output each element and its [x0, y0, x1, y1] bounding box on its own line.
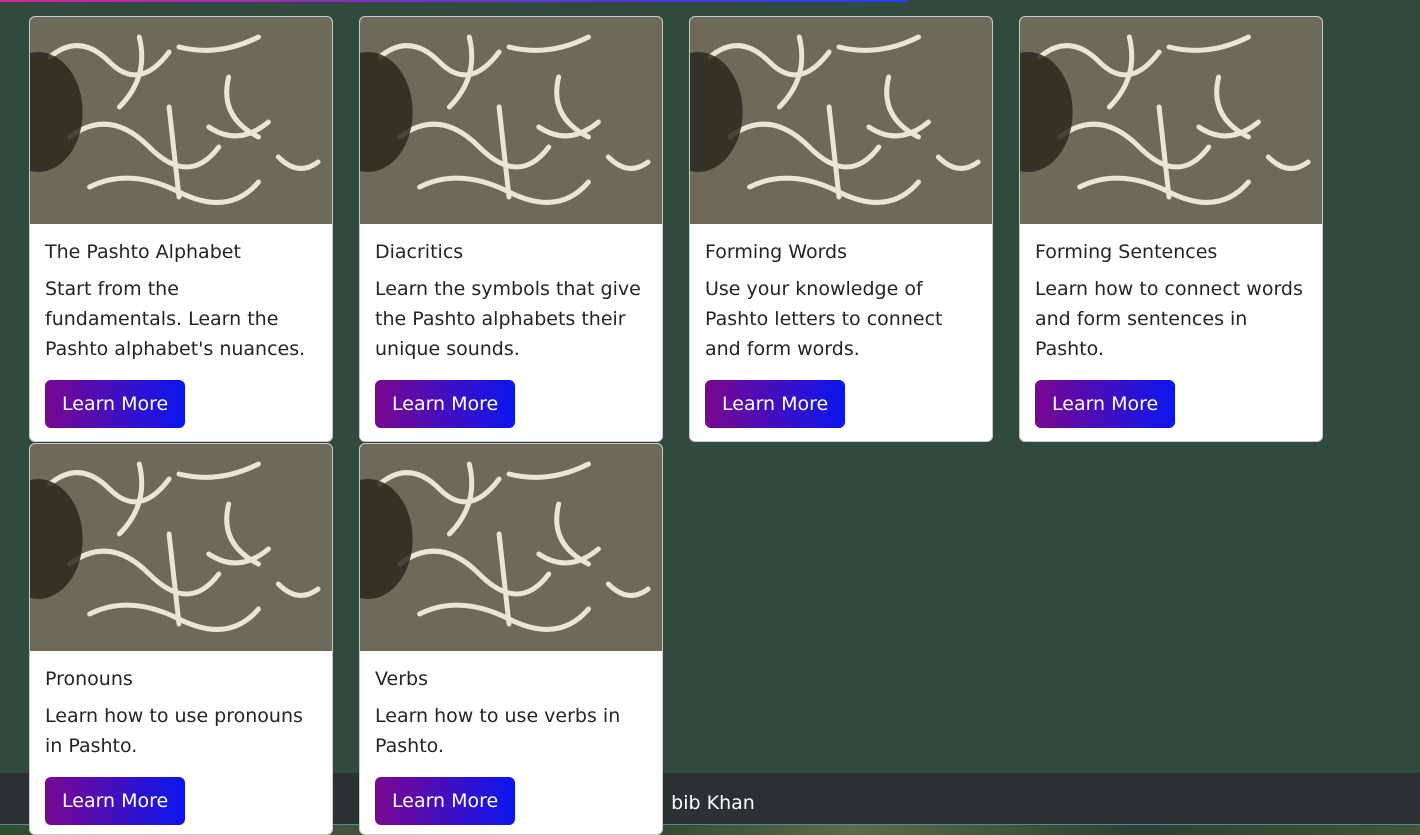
calligraphy-image — [360, 444, 662, 651]
calligraphy-image — [1020, 17, 1322, 224]
card-title: Forming Sentences — [1035, 241, 1218, 263]
lesson-card-pronouns: Pronouns Learn how to use pronouns in Pa… — [29, 443, 333, 835]
card-description: Start from the fundamentals. Learn the P… — [45, 278, 306, 360]
top-progress-bar — [0, 0, 907, 2]
learn-more-button[interactable]: Learn More — [45, 380, 186, 428]
card-title: Forming Words — [705, 241, 848, 263]
learn-more-button[interactable]: Learn More — [705, 380, 846, 428]
card-description: Learn how to use verbs in Pashto. — [375, 705, 621, 757]
learn-more-button[interactable]: Learn More — [375, 380, 516, 428]
calligraphy-image — [30, 17, 332, 224]
lesson-card-forming-words: Forming Words Use your knowledge of Pash… — [689, 16, 993, 442]
card-description: Use your knowledge of Pashto letters to … — [705, 278, 943, 360]
learn-more-button[interactable]: Learn More — [45, 777, 186, 825]
calligraphy-image — [690, 17, 992, 224]
card-title: Diacritics — [375, 241, 464, 263]
lesson-card-forming-sentences: Forming Sentences Learn how to connect w… — [1019, 16, 1323, 442]
card-description: Learn how to connect words and form sent… — [1035, 278, 1303, 360]
card-title: The Pashto Alphabet — [45, 241, 241, 263]
card-title: Pronouns — [45, 668, 133, 690]
calligraphy-image — [30, 444, 332, 651]
card-description: Learn the symbols that give the Pashto a… — [375, 278, 641, 360]
card-description: Learn how to use pronouns in Pashto. — [45, 705, 303, 757]
learn-more-button[interactable]: Learn More — [375, 777, 516, 825]
learn-more-button[interactable]: Learn More — [1035, 380, 1176, 428]
lesson-card-alphabet: The Pashto Alphabet Start from the funda… — [29, 16, 333, 442]
card-title: Verbs — [375, 668, 428, 690]
lesson-card-diacritics: Diacritics Learn the symbols that give t… — [359, 16, 663, 442]
calligraphy-image — [360, 17, 662, 224]
lesson-card-verbs: Verbs Learn how to use verbs in Pashto. … — [359, 443, 663, 835]
